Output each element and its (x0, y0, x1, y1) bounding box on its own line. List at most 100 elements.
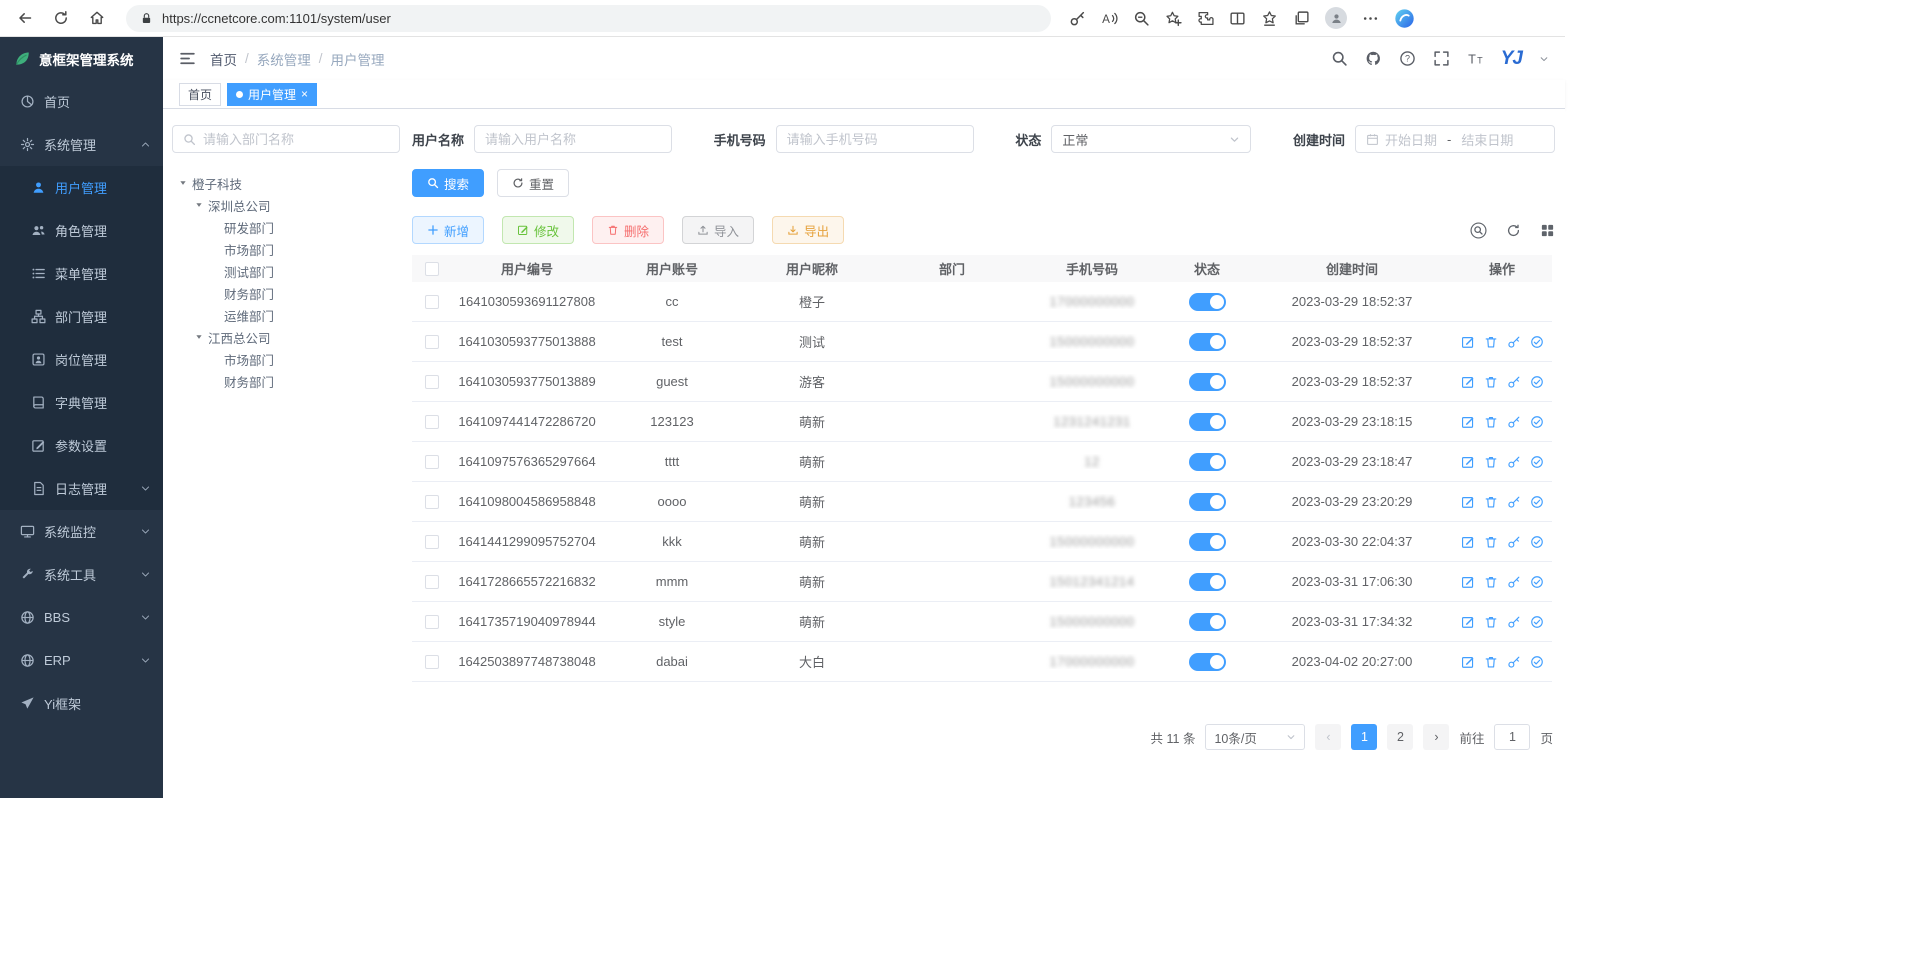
edit-icon[interactable] (1461, 375, 1475, 389)
row-checkbox[interactable] (425, 295, 439, 309)
edit-icon[interactable] (1461, 455, 1475, 469)
table-row[interactable]: 1641097576365297664 tttt 萌新 12 2023-03-2… (412, 442, 1552, 482)
refresh-table-icon[interactable] (1506, 223, 1521, 238)
sidebar-item-role-management[interactable]: 角色管理 (0, 209, 163, 252)
export-button[interactable]: 导出 (772, 216, 844, 244)
tree-node[interactable]: 市场部门 (172, 348, 400, 370)
app-logo[interactable]: 意框架管理系统 (0, 37, 163, 80)
tree-caret-icon[interactable] (194, 200, 204, 210)
delete-icon[interactable] (1484, 335, 1498, 349)
reset-password-icon[interactable] (1507, 375, 1521, 389)
sidebar-item-post-management[interactable]: 岗位管理 (0, 338, 163, 381)
reset-password-icon[interactable] (1507, 535, 1521, 549)
edit-button[interactable]: 修改 (502, 216, 574, 244)
sidebar-item-system-tools[interactable]: 系统工具 (0, 553, 163, 596)
chevron-down-icon[interactable] (1539, 54, 1549, 64)
read-aloud-icon[interactable]: A (1101, 10, 1118, 27)
profile-icon[interactable] (1325, 7, 1347, 29)
assign-role-icon[interactable] (1530, 575, 1544, 589)
import-button[interactable]: 导入 (682, 216, 754, 244)
row-checkbox[interactable] (425, 575, 439, 589)
add-favorite-icon[interactable] (1165, 10, 1182, 27)
sidebar-toggle-icon[interactable] (179, 50, 196, 67)
status-select[interactable]: 正常 (1051, 125, 1251, 153)
delete-icon[interactable] (1484, 415, 1498, 429)
reset-password-icon[interactable] (1507, 335, 1521, 349)
delete-icon[interactable] (1484, 655, 1498, 669)
status-toggle[interactable] (1189, 453, 1226, 471)
edit-icon[interactable] (1461, 495, 1475, 509)
page-number-button[interactable]: 1 (1351, 724, 1377, 750)
status-toggle[interactable] (1189, 373, 1226, 391)
edit-icon[interactable] (1461, 415, 1475, 429)
sidebar-item-system-management[interactable]: 系统管理 (0, 123, 163, 166)
status-toggle[interactable] (1189, 333, 1226, 351)
reset-password-icon[interactable] (1507, 575, 1521, 589)
hide-search-icon[interactable] (1470, 222, 1487, 239)
status-toggle[interactable] (1189, 573, 1226, 591)
home-icon[interactable] (82, 4, 112, 32)
edit-icon[interactable] (1461, 575, 1475, 589)
breadcrumb-home[interactable]: 首页 (210, 49, 237, 69)
sidebar-item-yi-framework[interactable]: Yi框架 (0, 682, 163, 725)
table-row[interactable]: 1641441299095752704 kkk 萌新 15000000000 2… (412, 522, 1552, 562)
assign-role-icon[interactable] (1530, 615, 1544, 629)
edit-icon[interactable] (1461, 335, 1475, 349)
status-toggle[interactable] (1189, 413, 1226, 431)
status-toggle[interactable] (1189, 293, 1226, 311)
goto-page-input[interactable] (1494, 724, 1530, 750)
table-row[interactable]: 1641097441472286720 123123 萌新 1231241231… (412, 402, 1552, 442)
status-toggle[interactable] (1189, 653, 1226, 671)
sidebar-item-log-management[interactable]: 日志管理 (0, 467, 163, 510)
select-all-checkbox[interactable] (425, 262, 439, 276)
close-icon[interactable]: × (301, 88, 308, 100)
tree-node[interactable]: 研发部门 (172, 216, 400, 238)
fullscreen-icon[interactable] (1433, 50, 1450, 67)
table-row[interactable]: 1641030593775013889 guest 游客 15000000000… (412, 362, 1552, 402)
address-bar[interactable]: https://ccnetcore.com:1101/system/user (126, 5, 1051, 32)
avatar[interactable]: YJ (1501, 48, 1522, 70)
refresh-icon[interactable] (46, 4, 76, 32)
table-row[interactable]: 1641030593691127808 cc 橙子 17000000000 20… (412, 282, 1552, 322)
tree-node[interactable]: 深圳总公司 (172, 194, 400, 216)
assign-role-icon[interactable] (1530, 535, 1544, 549)
prev-page-button[interactable]: ‹ (1315, 724, 1341, 750)
table-row[interactable]: 1641030593775013888 test 测试 15000000000 … (412, 322, 1552, 362)
delete-icon[interactable] (1484, 535, 1498, 549)
tree-node[interactable]: 橙子科技 (172, 172, 400, 194)
row-checkbox[interactable] (425, 415, 439, 429)
collections-icon[interactable] (1293, 10, 1310, 27)
tree-node[interactable]: 江西总公司 (172, 326, 400, 348)
favorites-bar-icon[interactable] (1261, 10, 1278, 27)
row-checkbox[interactable] (425, 455, 439, 469)
tree-node[interactable]: 财务部门 (172, 370, 400, 392)
assign-role-icon[interactable] (1530, 495, 1544, 509)
copilot-icon[interactable] (1394, 8, 1415, 29)
page-number-button[interactable]: 2 (1387, 724, 1413, 750)
sidebar-item-menu-management[interactable]: 菜单管理 (0, 252, 163, 295)
status-toggle[interactable] (1189, 533, 1226, 551)
sidebar-item-dict-management[interactable]: 字典管理 (0, 381, 163, 424)
tree-caret-icon[interactable] (194, 332, 204, 342)
status-toggle[interactable] (1189, 493, 1226, 511)
username-input[interactable] (485, 132, 661, 147)
row-checkbox[interactable] (425, 335, 439, 349)
next-page-button[interactable]: › (1423, 724, 1449, 750)
edit-icon[interactable] (1461, 535, 1475, 549)
table-row[interactable]: 1641728665572216832 mmm 萌新 15012341214 2… (412, 562, 1552, 602)
tree-caret-icon[interactable] (178, 178, 188, 188)
reset-password-icon[interactable] (1507, 415, 1521, 429)
breadcrumb-system[interactable]: 系统管理 (257, 49, 311, 69)
dept-search-input[interactable] (203, 132, 389, 147)
reset-password-icon[interactable] (1507, 455, 1521, 469)
delete-icon[interactable] (1484, 615, 1498, 629)
page-size-select[interactable]: 10条/页 (1205, 724, 1305, 750)
row-checkbox[interactable] (425, 655, 439, 669)
tab-user-management[interactable]: 用户管理× (227, 83, 317, 106)
assign-role-icon[interactable] (1530, 335, 1544, 349)
tab-home[interactable]: 首页 (179, 83, 221, 106)
back-icon[interactable] (10, 4, 40, 32)
sidebar-item-param-settings[interactable]: 参数设置 (0, 424, 163, 467)
row-checkbox[interactable] (425, 615, 439, 629)
tree-node[interactable]: 运维部门 (172, 304, 400, 326)
